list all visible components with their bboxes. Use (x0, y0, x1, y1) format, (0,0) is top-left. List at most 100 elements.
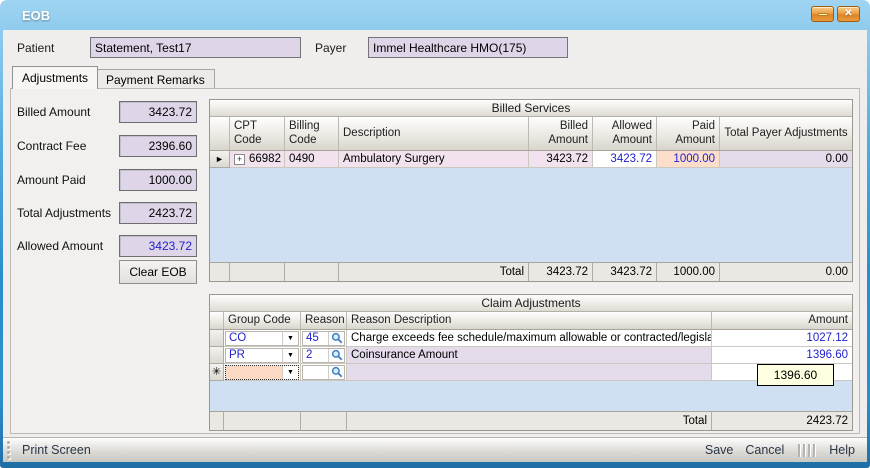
group-code-value (226, 366, 282, 379)
ca-row2-reason-cell[interactable]: 2 (301, 347, 347, 364)
billed-service-row[interactable]: ► +66982 0490 Ambulatory Surgery 3423.72… (210, 151, 852, 168)
save-button[interactable]: Save (699, 443, 740, 457)
header-row-selector (210, 117, 230, 150)
reason-search-button[interactable] (328, 332, 344, 345)
clear-eob-button[interactable]: Clear EOB (119, 260, 197, 284)
adjustments-tab-page: Billed Amount 3423.72 Contract Fee 2396.… (10, 88, 860, 434)
reason-lookup[interactable]: 45 (302, 331, 345, 346)
row-selector-cell[interactable]: ► (210, 151, 230, 168)
ca-row2-group-cell[interactable]: PR ▼ (224, 347, 301, 364)
ca-row2-description-cell[interactable]: Coinsurance Amount (347, 347, 712, 364)
total-paid: 1000.00 (657, 263, 720, 281)
amount-paid-field[interactable]: 1000.00 (119, 169, 197, 191)
summary-row-allowed-amount: Allowed Amount 3423.72 (11, 235, 209, 257)
billed-services-total-label: Total (339, 263, 529, 281)
header-billed-amount: Billed Amount (529, 117, 593, 150)
ca-row2-selector[interactable] (210, 347, 224, 364)
search-icon (331, 349, 343, 361)
header-total-payer-adjustments: Total Payer Adjustments (720, 117, 852, 150)
reason-value (303, 366, 328, 379)
close-button[interactable]: ✕ (837, 6, 860, 22)
billed-services-grid: Billed Services CPT Code Billing Code De… (209, 99, 853, 282)
description-value: Ambulatory Surgery (343, 153, 445, 165)
ca-header-reason-description: Reason Description (347, 312, 712, 329)
dropdown-button[interactable]: ▼ (282, 332, 298, 345)
total-empty-cpt (230, 263, 285, 281)
ca-row1-description-cell[interactable]: Charge exceeds fee schedule/maximum allo… (347, 330, 712, 347)
dropdown-button[interactable]: ▼ (282, 349, 298, 362)
new-row-reason-cell[interactable] (301, 364, 347, 381)
ca-row2-amount-cell[interactable]: 1396.60 (712, 347, 852, 364)
ca-row1-reason-cell[interactable]: 45 (301, 330, 347, 347)
claim-adjustment-row-1[interactable]: CO ▼ 45 Charge exceeds fee schedule/maxi… (210, 330, 852, 347)
patient-value: Statement, Test17 (95, 41, 192, 55)
total-empty-billing (285, 263, 339, 281)
header-billing-code: Billing Code (285, 117, 339, 150)
chevron-down-icon: ▼ (287, 369, 294, 376)
billed-amount-value: 3423.72 (149, 105, 192, 119)
billed-amount-field[interactable]: 3423.72 (119, 101, 197, 123)
reason-lookup[interactable] (302, 365, 345, 380)
footer-toolbar: Print Screen Save Cancel Help (3, 437, 867, 462)
new-row-description-cell[interactable] (347, 364, 712, 381)
cpt-code-cell[interactable]: +66982 (230, 151, 285, 168)
tab-adjustments-label: Adjustments (22, 71, 88, 85)
description-cell[interactable]: Ambulatory Surgery (339, 151, 529, 168)
allowed-amount-field[interactable]: 3423.72 (119, 235, 197, 257)
claim-adjustment-new-row[interactable]: ✳ ▼ (210, 364, 852, 381)
minimize-button[interactable] (811, 6, 834, 22)
payer-field[interactable]: Immel Healthcare HMO(175) (368, 37, 568, 58)
tab-adjustments[interactable]: Adjustments (12, 66, 98, 89)
billing-code-value: 0490 (289, 153, 315, 165)
total-adjustments-label: Total Adjustments (17, 206, 111, 220)
claim-adjustments-header: Group Code Reason Reason Description Amo… (210, 312, 852, 330)
paid-amount-cell[interactable]: 1000.00 (657, 151, 720, 168)
ca-header-reason: Reason (301, 312, 347, 329)
ca-header-amount: Amount (712, 312, 852, 329)
claim-adjustments-grid: Claim Adjustments Group Code Reason Reas… (209, 294, 853, 431)
contract-fee-field[interactable]: 2396.60 (119, 135, 197, 157)
cancel-button[interactable]: Cancel (739, 443, 790, 457)
group-code-dropdown[interactable]: CO ▼ (225, 331, 299, 346)
group-code-dropdown[interactable]: ▼ (225, 365, 299, 380)
new-row-group-cell[interactable]: ▼ (224, 364, 301, 381)
reason-lookup[interactable]: 2 (302, 348, 345, 363)
grid-empty-area (210, 381, 852, 411)
summary-row-total-adjustments: Total Adjustments 2423.72 (11, 202, 209, 224)
dropdown-button[interactable]: ▼ (282, 366, 298, 379)
allowed-amount-cell[interactable]: 3423.72 (593, 151, 657, 168)
ca-row1-amount-cell[interactable]: 1027.12 (712, 330, 852, 347)
patient-field[interactable]: Statement, Test17 (90, 37, 301, 58)
ca-total-empty-group (224, 412, 301, 430)
ca-header-selector (210, 312, 224, 329)
claim-adjustment-row-2[interactable]: PR ▼ 2 Coinsurance Amount 1396.60 (210, 347, 852, 364)
reason-search-button[interactable] (328, 349, 344, 362)
paid-amount-cell-value: 1000.00 (673, 153, 715, 165)
billed-amount-cell[interactable]: 3423.72 (529, 151, 593, 168)
reason-search-button[interactable] (328, 366, 344, 379)
ca-row1-group-cell[interactable]: CO ▼ (224, 330, 301, 347)
toolbar-separator-icon (798, 444, 815, 457)
cpt-code-value: 66982 (249, 153, 281, 165)
total-payer-adjustments-cell[interactable]: 0.00 (720, 151, 852, 168)
total-payer-adjustments-value: 0.00 (826, 153, 848, 165)
claim-adjustments-caption: Claim Adjustments (210, 295, 852, 312)
header-allowed-amount: Allowed Amount (593, 117, 657, 150)
print-screen-button[interactable]: Print Screen (16, 443, 97, 457)
billing-code-cell[interactable]: 0490 (285, 151, 339, 168)
help-button[interactable]: Help (823, 443, 861, 457)
claim-adjustments-total-value: 2423.72 (712, 412, 852, 430)
allowed-amount-value: 3423.72 (149, 239, 192, 253)
total-adjustments-field[interactable]: 2423.72 (119, 202, 197, 224)
chevron-down-icon: ▼ (287, 335, 294, 342)
group-code-dropdown[interactable]: PR ▼ (225, 348, 299, 363)
titlebar[interactable]: EOB ✕ (0, 0, 870, 30)
billed-services-header: CPT Code Billing Code Description Billed… (210, 117, 852, 151)
billed-services-caption: Billed Services (210, 100, 852, 117)
tab-payment-remarks[interactable]: Payment Remarks (96, 69, 215, 89)
billed-amount-cell-value: 3423.72 (546, 153, 588, 165)
ca-row1-selector[interactable] (210, 330, 224, 347)
expand-row-icon[interactable]: + (234, 154, 245, 165)
contract-fee-label: Contract Fee (17, 139, 86, 153)
new-row-selector[interactable]: ✳ (210, 364, 224, 381)
